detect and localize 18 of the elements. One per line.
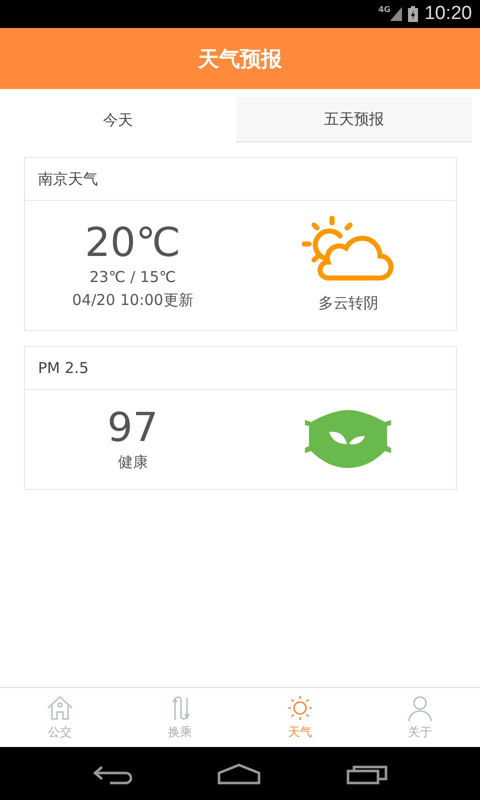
page-title: 天气预报 <box>198 46 282 72</box>
house-icon <box>45 694 75 722</box>
clock: 10:20 <box>424 3 472 25</box>
battery-icon <box>408 6 418 22</box>
mask-icon <box>303 410 394 470</box>
update-time: 04/20 10:00更新 <box>72 290 194 310</box>
temperature-range: 23℃ / 15℃ <box>90 266 176 288</box>
air-quality-rating: 健康 <box>118 452 148 473</box>
weather-condition: 多云转阴 <box>318 293 378 314</box>
home-button[interactable] <box>216 762 261 784</box>
network-label: 4G <box>378 5 390 14</box>
tab[interactable]: 五天预报 <box>236 97 472 143</box>
sun-icon <box>285 694 315 722</box>
card-title: 南京天气 <box>38 170 98 188</box>
signal-icon <box>390 7 402 21</box>
temperature: 20℃ <box>84 220 181 266</box>
pm-value: 97 <box>107 405 158 451</box>
card-title: PM 2.5 <box>38 359 89 377</box>
